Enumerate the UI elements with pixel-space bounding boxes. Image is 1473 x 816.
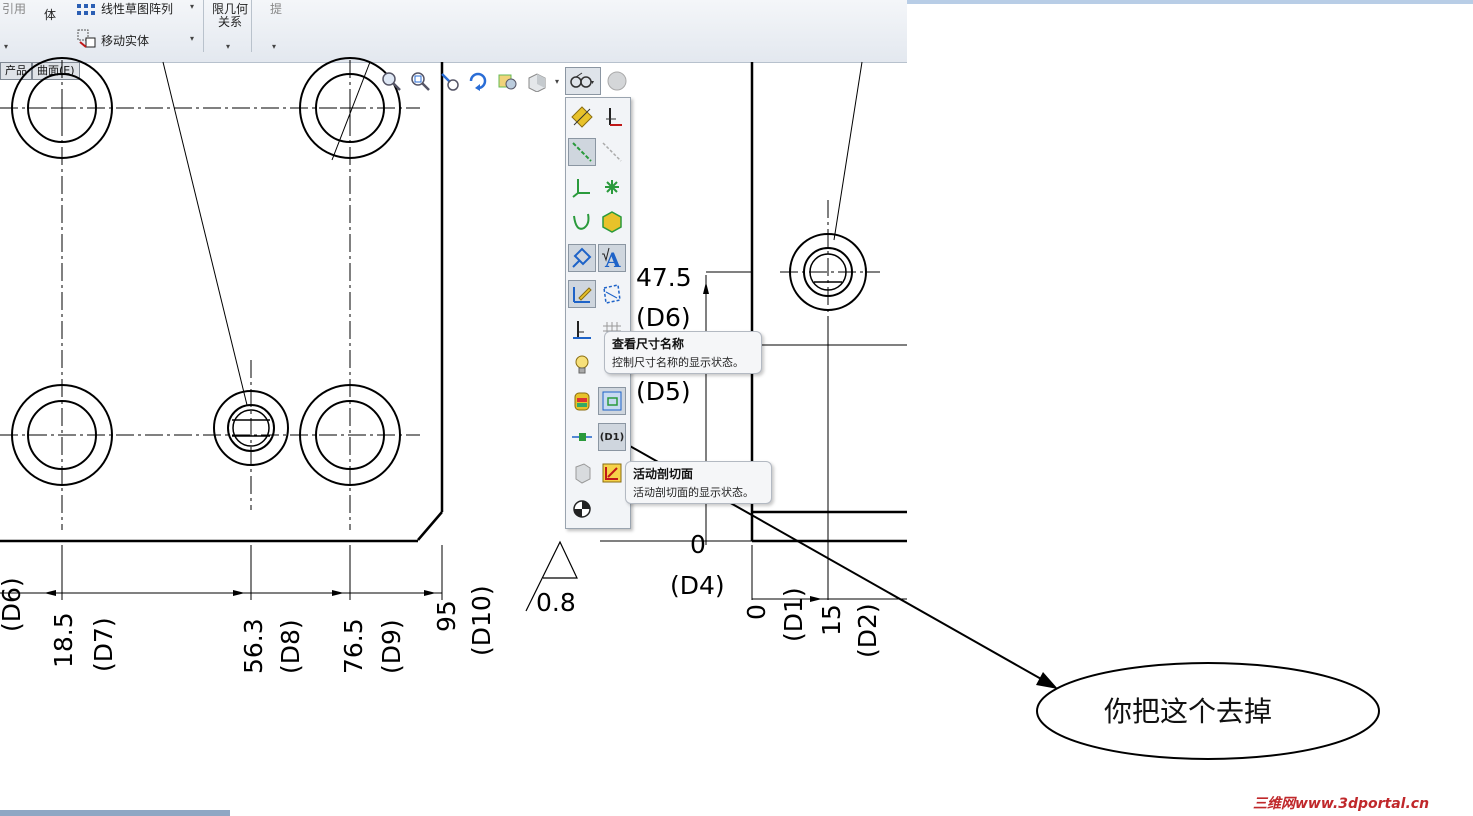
dim-d4-value[interactable]: 0 — [690, 530, 706, 559]
dim-d4-name: (D4) — [670, 571, 725, 600]
zoom-to-fit-icon[interactable] — [378, 68, 404, 94]
dim-d10-value[interactable]: 95 — [432, 600, 461, 632]
view-parts-icon[interactable] — [598, 208, 626, 236]
dim-d7-value[interactable]: 18.5 — [49, 612, 78, 668]
leader-line — [833, 61, 863, 241]
tooltip-description: 控制尺寸名称的显示状态。 — [612, 356, 744, 369]
dim-d9-name: (D9) — [377, 619, 406, 674]
dim-d9-value[interactable]: 76.5 — [339, 618, 368, 674]
view-temporary-axes-icon[interactable] — [568, 138, 596, 166]
view-dimension-name-badge[interactable]: (D1) — [598, 423, 626, 451]
centerlines — [0, 60, 880, 530]
dim-d8-name: (D8) — [276, 619, 305, 674]
dim-d6-left-name: (D6) — [0, 577, 26, 632]
dim-d6-name: (D6) — [636, 303, 691, 332]
leader-line — [162, 61, 248, 406]
rotate-icon[interactable] — [465, 68, 491, 94]
view-axes-icon[interactable] — [598, 103, 626, 131]
dimension-name-badge-label: (D1) — [599, 431, 625, 443]
dim-d7-name: (D7) — [89, 617, 118, 672]
pan-icon[interactable] — [494, 68, 520, 94]
view-points-icon[interactable] — [598, 173, 626, 201]
hide-show-items-icon[interactable] — [565, 67, 601, 95]
tooltip-description: 活动剖切面的显示状态。 — [633, 486, 754, 499]
site-watermark: 三维网www.3dportal.cn — [1253, 796, 1430, 812]
dim-d1-name: (D1) — [779, 587, 808, 642]
tooltip-title: 活动剖切面 — [633, 467, 694, 481]
view-annotations-icon[interactable]: A — [598, 244, 626, 272]
view-planes-icon[interactable] — [568, 103, 596, 131]
dim-d2-value[interactable]: 15 — [817, 604, 846, 636]
dim-d5-name: (D5) — [636, 377, 691, 406]
view-decals-icon[interactable] — [568, 459, 596, 487]
view-dimension-names-icon[interactable] — [598, 387, 626, 415]
view-center-of-mass-icon[interactable] — [568, 495, 596, 523]
chevron-down-icon[interactable]: ▾ — [552, 68, 562, 94]
dim-d2-name: (D2) — [853, 603, 882, 658]
roughness-value[interactable]: 0.8 — [536, 588, 576, 617]
view-origins-icon[interactable] — [598, 138, 626, 166]
view-coordinate-systems-icon[interactable] — [568, 173, 596, 201]
view-sketch-dimensions-icon[interactable] — [568, 244, 596, 272]
taskbar-strip — [0, 810, 230, 816]
tooltip-title: 查看尺寸名称 — [612, 337, 685, 351]
zoom-area-icon[interactable] — [407, 68, 433, 94]
dim-d10-name: (D10) — [467, 585, 496, 656]
tooltip-view-dimension-names: 查看尺寸名称 控制尺寸名称的显示状态。 — [604, 331, 762, 374]
view-orientation-icon[interactable] — [523, 68, 549, 94]
view-sketches-icon[interactable] — [568, 280, 596, 308]
view-live-section-planes-icon[interactable] — [598, 459, 626, 487]
annotation-arrowhead — [1036, 672, 1058, 689]
view-cameras-icon[interactable] — [568, 387, 596, 415]
dim-d8-value[interactable]: 56.3 — [239, 618, 268, 674]
hide-show-items-flyout: A (D1) — [565, 97, 631, 529]
view-weld-beads-icon[interactable] — [568, 316, 596, 344]
view-lights-icon[interactable] — [568, 351, 596, 379]
dimension-lines — [0, 271, 907, 600]
previous-view-icon[interactable] — [436, 68, 462, 94]
view-routing-points-icon[interactable] — [568, 423, 596, 451]
heads-up-view-toolbar: ▾ — [378, 66, 630, 96]
tooltip-live-section-planes: 活动剖切面 活动剖切面的显示状态。 — [625, 461, 772, 504]
dim-d1-value[interactable]: 0 — [742, 604, 771, 620]
annotation-note-text: 你把这个去掉 — [1104, 695, 1273, 728]
appearance-icon[interactable] — [604, 68, 630, 94]
view-sketch-relations-icon[interactable] — [598, 280, 626, 308]
dim-d6-value[interactable]: 47.5 — [636, 263, 692, 292]
view-curves-icon[interactable] — [568, 208, 596, 236]
